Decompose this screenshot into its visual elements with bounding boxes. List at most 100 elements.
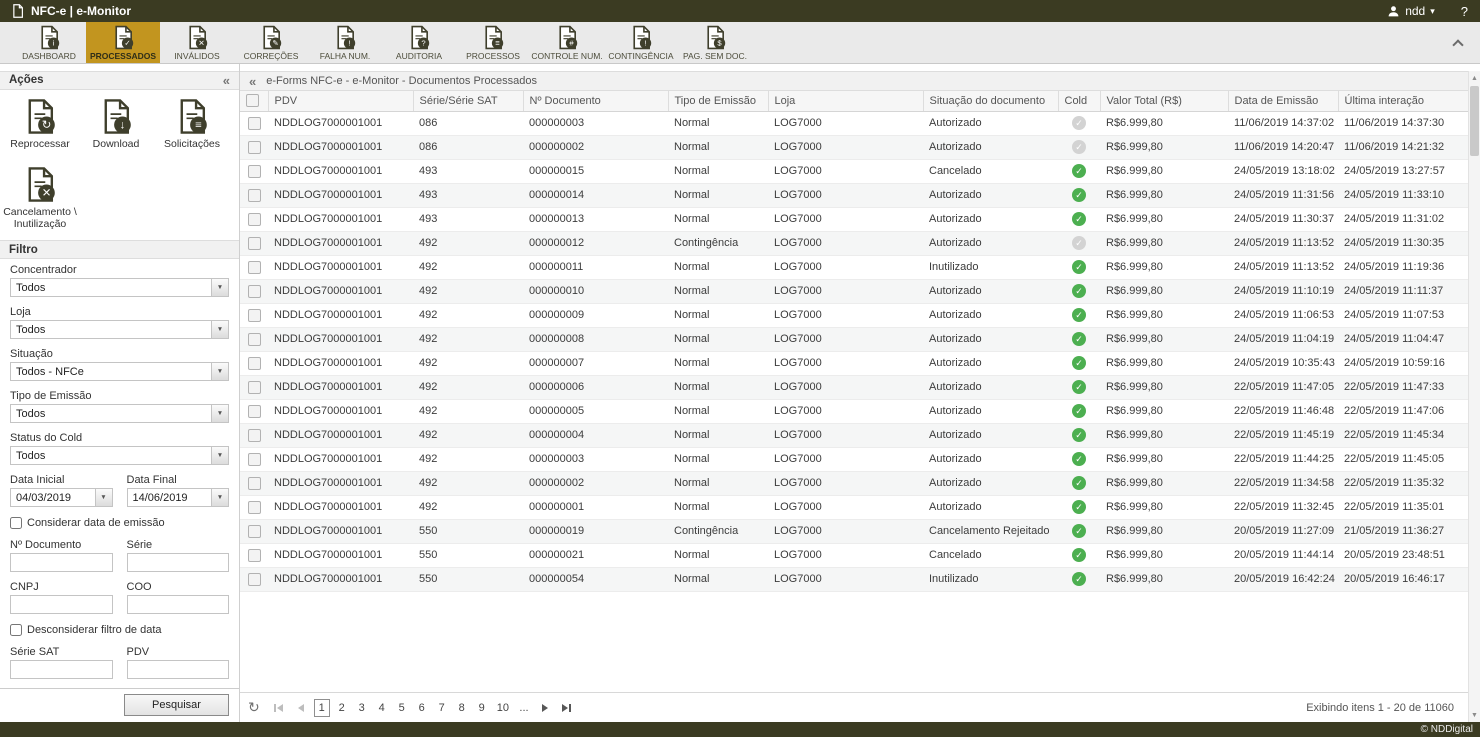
page-button[interactable]: 1	[314, 699, 330, 717]
table-row[interactable]: NDDLOG7000001001 492 000000009 Normal LO…	[240, 303, 1468, 327]
row-checkbox[interactable]	[248, 285, 261, 298]
data-inicial-picker[interactable]: 04/03/2019 ▼	[10, 488, 113, 507]
row-checkbox[interactable]	[248, 189, 261, 202]
chevron-down-icon[interactable]: ▼	[211, 321, 228, 338]
desconsiderar-data-checkbox[interactable]	[10, 624, 22, 636]
table-row[interactable]: NDDLOG7000001001 086 000000002 Normal LO…	[240, 135, 1468, 159]
chevron-down-icon[interactable]: ▼	[211, 447, 228, 464]
table-row[interactable]: NDDLOG7000001001 493 000000015 Normal LO…	[240, 159, 1468, 183]
table-row[interactable]: NDDLOG7000001001 550 000000021 Normal LO…	[240, 543, 1468, 567]
ribbon-item-conting-ncia[interactable]: ! CONTINGÊNCIA	[604, 22, 678, 63]
table-row[interactable]: NDDLOG7000001001 550 000000019 Contingên…	[240, 519, 1468, 543]
row-checkbox[interactable]	[248, 357, 261, 370]
row-checkbox[interactable]	[248, 333, 261, 346]
row-checkbox[interactable]	[248, 525, 261, 538]
first-page-button[interactable]	[270, 699, 288, 717]
chevron-down-icon[interactable]: ▼	[211, 363, 228, 380]
row-checkbox[interactable]	[248, 381, 261, 394]
chevron-down-icon[interactable]: ▼	[211, 489, 228, 506]
action-cancelamento-inutiliza-o[interactable]: ✕ Cancelamento \ Inutilização	[2, 166, 78, 230]
row-checkbox[interactable]	[248, 237, 261, 250]
page-button[interactable]: 4	[374, 699, 390, 717]
table-row[interactable]: NDDLOG7000001001 492 000000001 Normal LO…	[240, 495, 1468, 519]
last-page-button[interactable]	[558, 699, 576, 717]
row-checkbox[interactable]	[248, 501, 261, 514]
column-header[interactable]: Cold	[1058, 91, 1100, 111]
cnpj-input[interactable]	[10, 595, 113, 614]
ribbon-item-falha-num-[interactable]: ! FALHA NUM.	[308, 22, 382, 63]
prev-page-button[interactable]	[292, 699, 310, 717]
table-row[interactable]: NDDLOG7000001001 493 000000013 Normal LO…	[240, 207, 1468, 231]
page-button[interactable]: 7	[434, 699, 450, 717]
column-header[interactable]: PDV	[268, 91, 413, 111]
row-checkbox[interactable]	[248, 165, 261, 178]
ribbon-item-auditoria[interactable]: ? AUDITORIA	[382, 22, 456, 63]
pdv-input[interactable]	[127, 660, 230, 679]
column-header[interactable]: Tipo de Emissão	[668, 91, 768, 111]
column-header[interactable]: Última interação	[1338, 91, 1468, 111]
select-all-checkbox[interactable]	[246, 94, 259, 107]
scroll-up-icon[interactable]: ▲	[1469, 72, 1480, 84]
page-button[interactable]: 3	[354, 699, 370, 717]
table-row[interactable]: NDDLOG7000001001 492 000000010 Normal LO…	[240, 279, 1468, 303]
page-button[interactable]: 8	[454, 699, 470, 717]
filter-select[interactable]: Todos ▼	[10, 278, 229, 297]
row-checkbox[interactable]	[248, 117, 261, 130]
table-row[interactable]: NDDLOG7000001001 492 000000012 Contingên…	[240, 231, 1468, 255]
table-row[interactable]: NDDLOG7000001001 492 000000011 Normal LO…	[240, 255, 1468, 279]
table-row[interactable]: NDDLOG7000001001 493 000000014 Normal LO…	[240, 183, 1468, 207]
row-checkbox[interactable]	[248, 573, 261, 586]
row-checkbox[interactable]	[248, 405, 261, 418]
action-download[interactable]: ↓ Download	[78, 98, 154, 150]
column-header[interactable]: Loja	[768, 91, 923, 111]
row-checkbox[interactable]	[248, 549, 261, 562]
filter-select[interactable]: Todos - NFCe ▼	[10, 362, 229, 381]
scrollbar-thumb[interactable]	[1470, 86, 1479, 156]
pesquisar-button[interactable]: Pesquisar	[124, 694, 229, 716]
refresh-icon[interactable]: ↻	[248, 699, 260, 716]
filter-select[interactable]: Todos ▼	[10, 320, 229, 339]
vertical-scrollbar[interactable]: ▲ ▼	[1468, 71, 1480, 722]
page-button[interactable]: 2	[334, 699, 350, 717]
action-reprocessar[interactable]: ↻ Reprocessar	[2, 98, 78, 150]
scroll-down-icon[interactable]: ▼	[1469, 709, 1480, 721]
collapse-sidebar-icon[interactable]: «	[223, 73, 230, 88]
row-checkbox[interactable]	[248, 213, 261, 226]
page-button[interactable]: 5	[394, 699, 410, 717]
column-header[interactable]: Data de Emissão	[1228, 91, 1338, 111]
table-row[interactable]: NDDLOG7000001001 492 000000005 Normal LO…	[240, 399, 1468, 423]
page-button[interactable]: 9	[474, 699, 490, 717]
action-solicita-es[interactable]: ≡ Solicitações	[154, 98, 230, 150]
row-checkbox[interactable]	[248, 309, 261, 322]
row-checkbox[interactable]	[248, 141, 261, 154]
chevron-down-icon[interactable]: ▼	[211, 279, 228, 296]
row-checkbox[interactable]	[248, 261, 261, 274]
filter-select[interactable]: Todos ▼	[10, 404, 229, 423]
column-header[interactable]: Valor Total (R$)	[1100, 91, 1228, 111]
chevron-down-icon[interactable]: ▼	[211, 405, 228, 422]
ribbon-item-processos[interactable]: ≡ PROCESSOS	[456, 22, 530, 63]
table-row[interactable]: NDDLOG7000001001 550 000000054 Normal LO…	[240, 567, 1468, 591]
row-checkbox[interactable]	[248, 477, 261, 490]
table-row[interactable]: NDDLOG7000001001 492 000000004 Normal LO…	[240, 423, 1468, 447]
column-header[interactable]: Série/Série SAT	[413, 91, 523, 111]
help-button[interactable]: ?	[1461, 4, 1468, 19]
collapse-ribbon-icon[interactable]	[1452, 39, 1463, 50]
table-row[interactable]: NDDLOG7000001001 492 000000006 Normal LO…	[240, 375, 1468, 399]
ribbon-item-inv-lidos[interactable]: ✕ INVÁLIDOS	[160, 22, 234, 63]
user-menu[interactable]: ndd ▾	[1387, 4, 1435, 18]
column-header[interactable]: Situação do documento	[923, 91, 1058, 111]
ribbon-item-processados[interactable]: ✓ PROCESSADOS	[86, 22, 160, 63]
serie-input[interactable]	[127, 553, 230, 572]
row-checkbox[interactable]	[248, 453, 261, 466]
row-checkbox[interactable]	[248, 429, 261, 442]
considerar-emissao-checkbox[interactable]	[10, 517, 22, 529]
ribbon-item-corre-es[interactable]: ✎ CORREÇÕES	[234, 22, 308, 63]
next-page-button[interactable]	[536, 699, 554, 717]
table-row[interactable]: NDDLOG7000001001 492 000000002 Normal LO…	[240, 471, 1468, 495]
filter-select[interactable]: Todos ▼	[10, 446, 229, 465]
num-documento-input[interactable]	[10, 553, 113, 572]
page-button[interactable]: 6	[414, 699, 430, 717]
table-row[interactable]: NDDLOG7000001001 492 000000003 Normal LO…	[240, 447, 1468, 471]
chevron-down-icon[interactable]: ▼	[95, 489, 112, 506]
